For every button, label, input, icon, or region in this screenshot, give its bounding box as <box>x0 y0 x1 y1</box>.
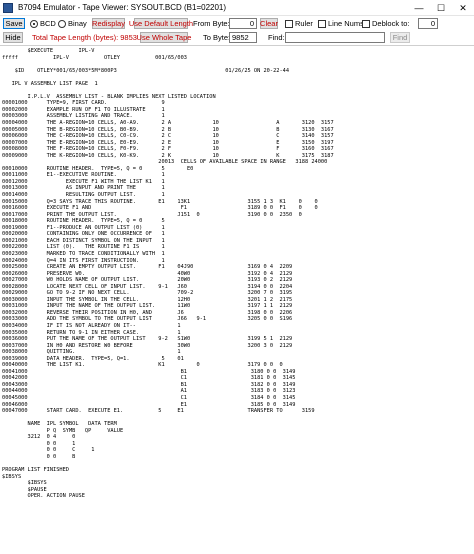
find-label: Find: <box>268 33 285 42</box>
maximize-icon[interactable]: ☐ <box>430 0 452 16</box>
use-default-length-button[interactable]: Use Default Length <box>129 18 193 29</box>
minimize-icon[interactable]: — <box>408 0 430 16</box>
bcd-radio-label: BCD <box>40 19 56 28</box>
ruler-checkbox-box[interactable] <box>285 19 293 28</box>
toolbar-row-2: Hide Total Tape Length (bytes): 9853 Use… <box>0 31 474 45</box>
deblock-checkbox-label: Deblock to: <box>372 19 410 28</box>
from-byte-label: From Byte: <box>193 19 230 28</box>
total-tape-length-label: Total Tape Length (bytes): 9853 <box>32 33 137 42</box>
binary-radio[interactable]: Binay <box>58 19 87 28</box>
toolbar-row-1: Save BCD Binay Redisplay Use Default Len… <box>0 17 474 31</box>
bcd-radio-dot[interactable] <box>30 19 38 28</box>
ruler-checkbox[interactable]: Ruler <box>285 19 313 28</box>
use-whole-tape-button[interactable]: Use Whole Tape <box>137 32 191 43</box>
close-icon[interactable]: ✕ <box>452 0 474 16</box>
deblock-checkbox-box[interactable] <box>362 19 370 28</box>
app-icon <box>3 2 13 13</box>
deblock-checkbox[interactable]: Deblock to: <box>362 19 410 28</box>
line-nums-checkbox-box[interactable] <box>318 19 326 28</box>
window-controls: — ☐ ✕ <box>408 0 474 16</box>
title-bar: B7094 Emulator - Tape Viewer: SYSOUT.BCD… <box>0 0 474 16</box>
window-title: B7094 Emulator - Tape Viewer: SYSOUT.BCD… <box>18 3 227 12</box>
line-nums-checkbox[interactable]: Line Nums <box>318 19 364 28</box>
ruler-checkbox-label: Ruler <box>295 19 313 28</box>
tape-content-area[interactable]: $EXECUTE IPL-V fffff IPL-V OTLEY 001/65/0… <box>0 45 474 554</box>
to-byte-label: To Byte: <box>203 33 231 42</box>
to-byte-input[interactable]: 9852 <box>229 32 257 43</box>
binary-radio-dot[interactable] <box>58 19 66 28</box>
hide-button[interactable]: Hide <box>3 32 23 43</box>
tape-listing: $EXECUTE IPL-V fffff IPL-V OTLEY 001/65/0… <box>2 48 472 500</box>
save-button[interactable]: Save <box>3 18 25 29</box>
deblock-input[interactable]: 0 <box>418 18 438 29</box>
bcd-radio[interactable]: BCD <box>30 19 56 28</box>
listing-line: OPER. ACTION PAUSE <box>2 493 85 500</box>
binary-radio-label: Binay <box>68 19 87 28</box>
line-nums-checkbox-label: Line Nums <box>328 19 364 28</box>
from-byte-input[interactable]: 0 <box>229 18 257 29</box>
redisplay-button[interactable]: Redisplay <box>92 18 125 29</box>
clear-button[interactable]: Clear <box>260 18 278 29</box>
find-button[interactable]: Find <box>390 32 410 43</box>
find-input[interactable] <box>285 32 385 43</box>
